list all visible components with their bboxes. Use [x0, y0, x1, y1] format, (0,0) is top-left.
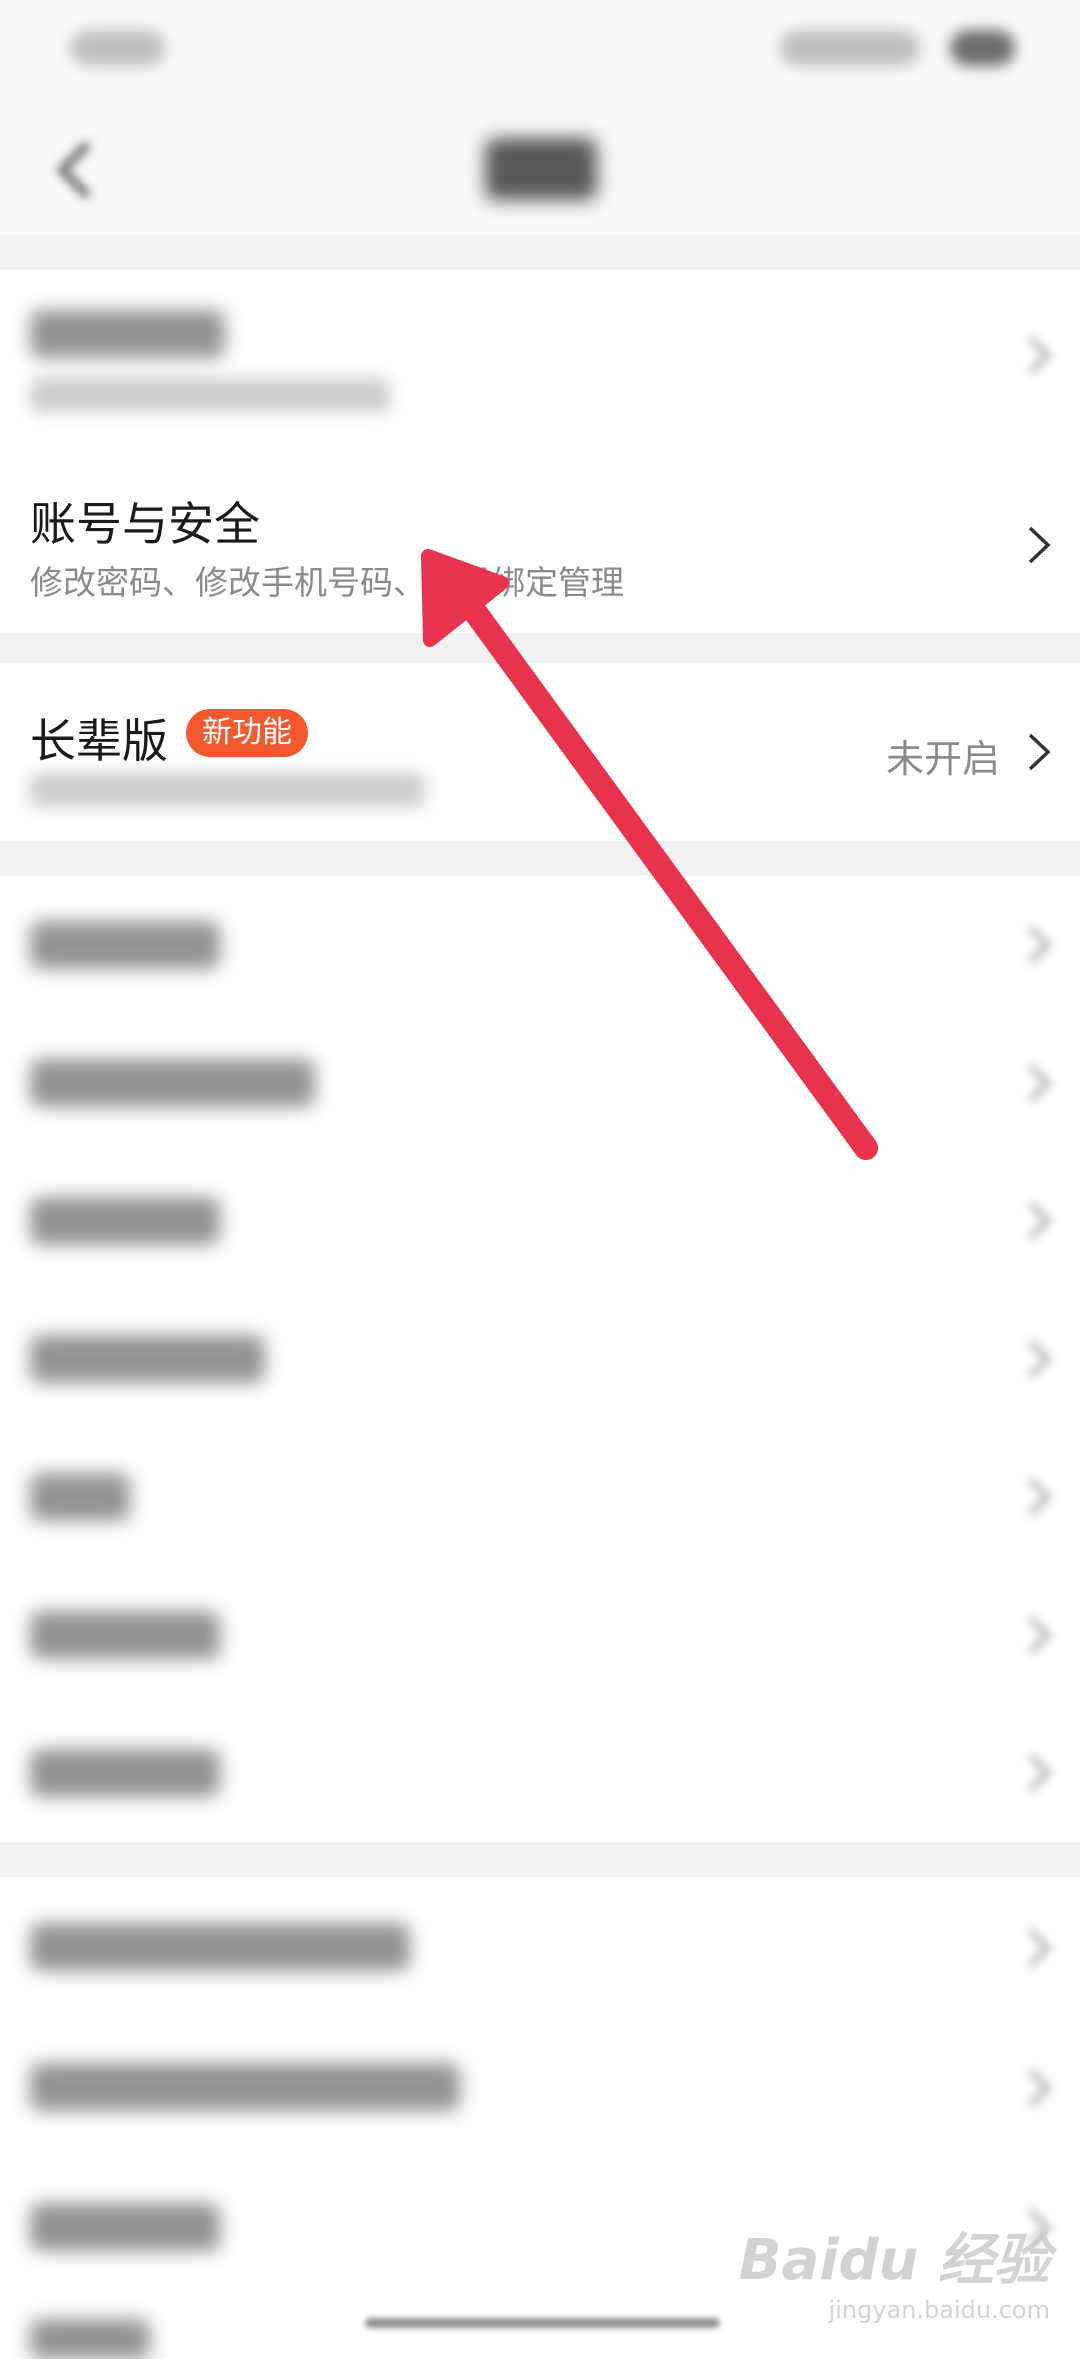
page-title-blurred — [485, 138, 597, 200]
row-title-blurred — [30, 2203, 220, 2251]
row-title-blurred — [30, 921, 220, 969]
status-icons-blurred — [780, 30, 920, 66]
home-indicator[interactable] — [365, 2318, 720, 2328]
row-title-blurred — [30, 1473, 130, 1521]
row-title: 长辈版 — [30, 714, 168, 768]
chevron-right-icon — [1028, 336, 1051, 374]
watermark-url: jingyan.baidu.com — [828, 2296, 1050, 2324]
new-feature-badge: 新功能 — [186, 709, 308, 757]
chevron-right-icon — [1028, 1202, 1051, 1240]
watermark: Baidu 经验 jingyan.baidu.com — [739, 2215, 1050, 2324]
settings-row-blurred[interactable] — [0, 1877, 1080, 2017]
settings-row-blurred[interactable] — [0, 1704, 1080, 1842]
account-security-row[interactable]: 账号与安全 修改密码、修改手机号码、账号绑定管理 — [0, 458, 1080, 633]
chevron-right-icon — [1028, 2069, 1051, 2107]
section-gap — [0, 633, 1080, 663]
chevron-right-icon — [1028, 733, 1051, 771]
row-subtitle-blurred — [30, 378, 390, 412]
battery-icon — [950, 30, 1015, 66]
section-gap — [0, 235, 1080, 270]
row-subtitle-blurred — [30, 773, 425, 807]
chevron-right-icon — [1028, 1478, 1051, 1516]
settings-row-blurred[interactable] — [0, 2017, 1080, 2157]
row-title: 账号与安全 — [30, 497, 260, 551]
row-title-blurred — [30, 2063, 460, 2111]
chevron-right-icon — [1028, 1754, 1051, 1792]
chevron-right-icon — [1028, 1929, 1051, 1967]
elder-mode-row[interactable]: 长辈版 新功能 未开启 — [0, 663, 1080, 841]
row-title-blurred — [30, 1923, 410, 1971]
chevron-right-icon — [1028, 1340, 1051, 1378]
row-title-blurred — [30, 1749, 220, 1797]
row-title-blurred — [30, 1197, 220, 1245]
settings-row-blurred[interactable] — [0, 1428, 1080, 1566]
section-gap — [0, 1842, 1080, 1877]
status-bar — [0, 0, 1080, 100]
nav-bar — [0, 100, 1080, 235]
row-subtitle: 修改密码、修改手机号码、账号绑定管理 — [30, 563, 624, 602]
row-title-blurred — [30, 310, 225, 358]
chevron-right-icon — [1028, 1064, 1051, 1102]
status-time-blurred — [70, 30, 165, 66]
status-value: 未开启 — [885, 737, 1000, 781]
watermark-logo: Baidu 经验 — [738, 2228, 1050, 2293]
row-title-blurred — [30, 1059, 315, 1107]
section-gap — [0, 841, 1080, 876]
settings-row-blurred[interactable] — [0, 1566, 1080, 1704]
row-title-blurred — [30, 2319, 150, 2359]
settings-row-blurred[interactable] — [0, 1290, 1080, 1428]
chevron-right-icon — [1028, 526, 1051, 564]
settings-row-blurred[interactable] — [0, 1014, 1080, 1152]
row-title-blurred — [30, 1335, 265, 1383]
row-title-blurred — [30, 1611, 220, 1659]
settings-row-blurred[interactable] — [0, 1152, 1080, 1290]
settings-row-blurred[interactable] — [0, 876, 1080, 1014]
chevron-right-icon — [1028, 926, 1051, 964]
personal-info-row[interactable] — [0, 270, 1080, 440]
back-chevron-icon[interactable] — [50, 140, 100, 200]
chevron-right-icon — [1028, 1616, 1051, 1654]
